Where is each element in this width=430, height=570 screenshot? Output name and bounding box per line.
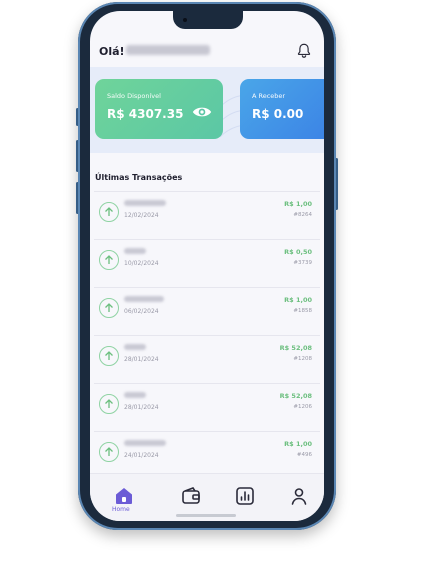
bell-icon[interactable]: [295, 42, 313, 60]
phone-frame: Olá! Saldo Disponível R$ 4307.35 A Receb…: [78, 2, 336, 530]
receivable-label: A Receber: [252, 92, 286, 100]
transaction-row[interactable]: 28/01/2024 R$ 52,08 #1208: [94, 335, 320, 376]
transaction-row[interactable]: 10/02/2024 R$ 0,50 #3739: [94, 239, 320, 280]
transaction-amount: R$ 1,00: [284, 440, 312, 448]
transaction-date: 10/02/2024: [124, 260, 159, 267]
transaction-amount: R$ 1,00: [284, 200, 312, 208]
app-header: Olá!: [90, 35, 324, 65]
arrow-up-icon: [99, 298, 119, 318]
transaction-date: 24/01/2024: [124, 452, 159, 459]
user-name-blurred: [126, 45, 210, 55]
transaction-code: #1206: [293, 404, 312, 410]
transaction-code: #1208: [293, 356, 312, 362]
transaction-amount: R$ 1,00: [284, 296, 312, 304]
transaction-code: #496: [296, 452, 312, 458]
tab-home-label: Home: [112, 506, 130, 513]
available-balance-label: Saldo Disponível: [107, 92, 161, 100]
arrow-up-icon: [99, 250, 119, 270]
home-icon: [116, 488, 132, 504]
transaction-name-blurred: [124, 248, 146, 254]
transaction-row[interactable]: 06/02/2024 R$ 1,00 #1858: [94, 287, 320, 328]
receivable-card[interactable]: A Receber R$ 0.00: [240, 79, 324, 139]
wallet-icon: [182, 487, 200, 504]
transaction-name-blurred: [124, 392, 146, 398]
transaction-row[interactable]: 12/02/2024 R$ 1,00 #8264: [94, 191, 320, 232]
transaction-date: 06/02/2024: [124, 308, 159, 315]
transaction-code: #3739: [293, 260, 312, 266]
greeting-text: Olá!: [99, 45, 125, 58]
tab-reports[interactable]: [233, 484, 257, 508]
eye-icon[interactable]: [192, 105, 212, 119]
arrow-up-icon: [99, 202, 119, 222]
transaction-code: #1858: [293, 308, 312, 314]
app-screen: Olá! Saldo Disponível R$ 4307.35 A Receb…: [90, 11, 324, 521]
arrow-up-icon: [99, 442, 119, 462]
transactions-title: Últimas Transações: [95, 173, 183, 182]
arrow-up-icon: [99, 346, 119, 366]
tab-home[interactable]: [112, 484, 136, 508]
chart-icon: [236, 487, 254, 505]
transaction-name-blurred: [124, 440, 166, 446]
transaction-name-blurred: [124, 344, 146, 350]
transaction-name-blurred: [124, 296, 164, 302]
transaction-amount: R$ 52,08: [279, 392, 312, 400]
available-balance-value: R$ 4307.35: [107, 107, 184, 121]
home-indicator: [176, 514, 236, 517]
arrow-up-icon: [99, 394, 119, 414]
transaction-date: 28/01/2024: [124, 404, 159, 411]
transaction-code: #8264: [293, 212, 312, 218]
receivable-value: R$ 0.00: [252, 107, 304, 121]
transaction-amount: R$ 52,08: [279, 344, 312, 352]
available-balance-card[interactable]: Saldo Disponível R$ 4307.35: [95, 79, 223, 139]
transaction-date: 12/02/2024: [124, 212, 159, 219]
transaction-row[interactable]: 24/01/2024 R$ 1,00 #496: [94, 431, 320, 472]
transaction-amount: R$ 0,50: [284, 248, 312, 256]
user-icon: [291, 488, 307, 505]
transaction-name-blurred: [124, 200, 166, 206]
tab-wallet[interactable]: [179, 484, 203, 508]
transaction-date: 28/01/2024: [124, 356, 159, 363]
tab-profile[interactable]: [287, 484, 311, 508]
transaction-row[interactable]: 28/01/2024 R$ 52,08 #1206: [94, 383, 320, 424]
camera: [183, 18, 187, 22]
balance-section: Saldo Disponível R$ 4307.35 A Receber R$…: [90, 67, 324, 153]
